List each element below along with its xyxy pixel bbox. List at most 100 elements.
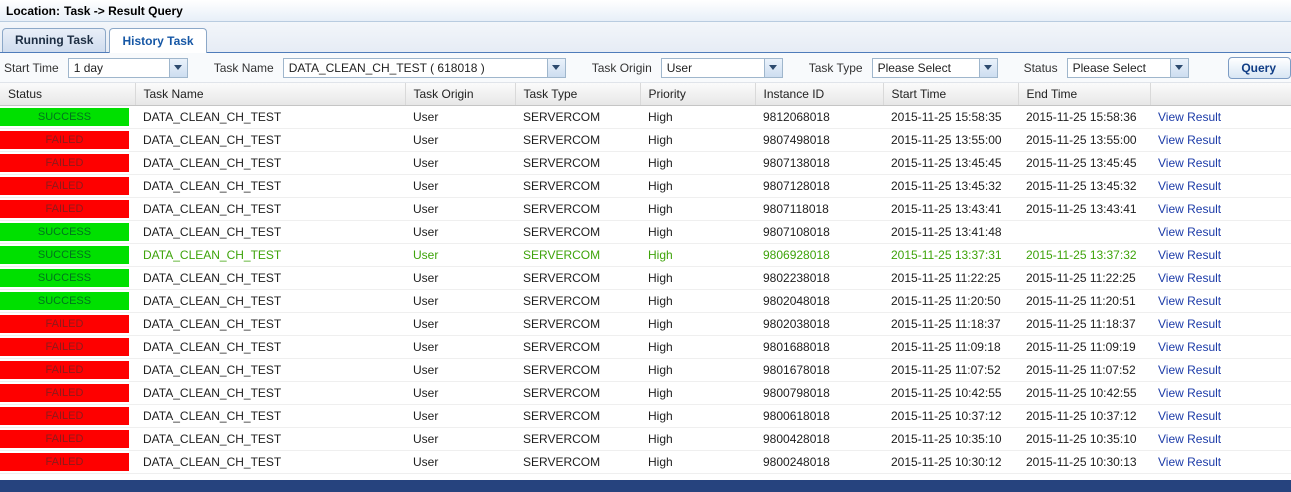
task-origin-dropdown[interactable]: User bbox=[660, 57, 783, 78]
task-name-dropdown[interactable]: DATA_CLEAN_CH_TEST ( 618018 ) bbox=[282, 57, 566, 78]
chevron-down-icon[interactable] bbox=[168, 58, 187, 77]
cell-instance-id: 9807138018 bbox=[755, 151, 883, 175]
cell-status: FAILED bbox=[0, 381, 135, 405]
task-name-value[interactable]: DATA_CLEAN_CH_TEST ( 618018 ) bbox=[284, 59, 547, 77]
status-badge: FAILED bbox=[0, 176, 129, 195]
cell-priority: High bbox=[640, 404, 755, 428]
cell-task-name: DATA_CLEAN_CH_TEST bbox=[135, 450, 405, 474]
status-value[interactable]: Please Select bbox=[1068, 59, 1170, 77]
cell-status: FAILED bbox=[0, 404, 135, 428]
view-result-link[interactable]: View Result bbox=[1158, 202, 1221, 216]
cell-priority: High bbox=[640, 220, 755, 244]
view-result-link[interactable]: View Result bbox=[1158, 225, 1221, 239]
chevron-down-icon[interactable] bbox=[978, 58, 997, 77]
view-result-link[interactable]: View Result bbox=[1158, 294, 1221, 308]
start-time-value[interactable]: 1 day bbox=[69, 59, 169, 77]
column-header-end-time[interactable]: End Time bbox=[1018, 83, 1151, 106]
view-result-link[interactable]: View Result bbox=[1158, 386, 1221, 400]
cell-end-time: 2015-11-25 11:07:52 bbox=[1018, 358, 1150, 382]
cell-priority: High bbox=[640, 358, 755, 382]
view-result-link[interactable]: View Result bbox=[1158, 363, 1221, 377]
start-time-dropdown[interactable]: 1 day bbox=[67, 57, 188, 78]
table-row[interactable]: FAILED DATA_CLEAN_CH_TEST User SERVERCOM Hig… bbox=[0, 312, 1291, 336]
cell-task-origin: User bbox=[405, 404, 515, 428]
table-row[interactable]: FAILED DATA_CLEAN_CH_TEST User SERVERCOM Hig… bbox=[0, 128, 1291, 152]
view-result-link[interactable]: View Result bbox=[1158, 409, 1221, 423]
cell-end-time: 2015-11-25 10:35:10 bbox=[1018, 427, 1150, 451]
view-result-link[interactable]: View Result bbox=[1158, 455, 1221, 469]
view-result-link[interactable]: View Result bbox=[1158, 179, 1221, 193]
cell-status: SUCCESS bbox=[0, 105, 135, 129]
breadcrumb: Task -> Result Query bbox=[64, 3, 183, 18]
table-row[interactable]: FAILED DATA_CLEAN_CH_TEST User SERVERCOM Hig… bbox=[0, 427, 1291, 451]
task-origin-value[interactable]: User bbox=[662, 59, 764, 77]
view-result-link[interactable]: View Result bbox=[1158, 317, 1221, 331]
table-row[interactable]: FAILED DATA_CLEAN_CH_TEST User SERVERCOM Hig… bbox=[0, 404, 1291, 428]
column-header-priority[interactable]: Priority bbox=[640, 83, 756, 106]
table-row[interactable]: FAILED DATA_CLEAN_CH_TEST User SERVERCOM Hig… bbox=[0, 450, 1291, 474]
cell-task-type: SERVERCOM bbox=[515, 197, 640, 221]
table-row[interactable]: SUCCESS DATA_CLEAN_CH_TEST User SERVERCOM Hi… bbox=[0, 105, 1291, 129]
location-label: Location: bbox=[6, 3, 60, 18]
table-row[interactable]: FAILED DATA_CLEAN_CH_TEST User SERVERCOM Hig… bbox=[0, 358, 1291, 382]
cell-task-type: SERVERCOM bbox=[515, 358, 640, 382]
table-row[interactable]: SUCCESS DATA_CLEAN_CH_TEST User SERVERCOM Hi… bbox=[0, 243, 1291, 267]
task-type-dropdown[interactable]: Please Select bbox=[871, 57, 998, 78]
cell-status: FAILED bbox=[0, 151, 135, 175]
task-type-value[interactable]: Please Select bbox=[873, 59, 979, 77]
table-row[interactable]: SUCCESS DATA_CLEAN_CH_TEST User SERVERCOM Hi… bbox=[0, 220, 1291, 244]
status-badge: SUCCESS bbox=[0, 268, 129, 287]
table-row[interactable]: SUCCESS DATA_CLEAN_CH_TEST User SERVERCOM Hi… bbox=[0, 289, 1291, 313]
cell-view-result: View Result bbox=[1150, 381, 1291, 405]
status-badge: FAILED bbox=[0, 383, 129, 402]
cell-task-name: DATA_CLEAN_CH_TEST bbox=[135, 312, 405, 336]
table-row[interactable]: FAILED DATA_CLEAN_CH_TEST User SERVERCOM Hig… bbox=[0, 197, 1291, 221]
cell-start-time: 2015-11-25 11:22:25 bbox=[883, 266, 1018, 290]
view-result-link[interactable]: View Result bbox=[1158, 432, 1221, 446]
cell-view-result: View Result bbox=[1150, 128, 1291, 152]
status-badge: SUCCESS bbox=[0, 291, 129, 310]
cell-view-result: View Result bbox=[1150, 105, 1291, 129]
chevron-down-icon[interactable] bbox=[546, 58, 565, 77]
cell-start-time: 2015-11-25 10:35:10 bbox=[883, 427, 1018, 451]
table-row[interactable]: FAILED DATA_CLEAN_CH_TEST User SERVERCOM Hig… bbox=[0, 151, 1291, 175]
cell-start-time: 2015-11-25 11:09:18 bbox=[883, 335, 1018, 359]
tab-running-task[interactable]: Running Task bbox=[2, 28, 107, 52]
view-result-link[interactable]: View Result bbox=[1158, 110, 1221, 124]
column-header-start-time[interactable]: Start Time bbox=[883, 83, 1019, 106]
filter-task-type: Task Type Please Select bbox=[809, 57, 998, 78]
table-row[interactable]: SUCCESS DATA_CLEAN_CH_TEST User SERVERCOM Hi… bbox=[0, 266, 1291, 290]
column-header-task-origin[interactable]: Task Origin bbox=[405, 83, 516, 106]
column-header-actions[interactable] bbox=[1150, 83, 1291, 106]
cell-task-type: SERVERCOM bbox=[515, 312, 640, 336]
view-result-link[interactable]: View Result bbox=[1158, 133, 1221, 147]
status-badge: SUCCESS bbox=[0, 107, 129, 126]
cell-end-time: 2015-11-25 11:20:51 bbox=[1018, 289, 1150, 313]
column-header-task-type[interactable]: Task Type bbox=[515, 83, 641, 106]
column-header-status[interactable]: Status bbox=[0, 83, 136, 106]
cell-task-type: SERVERCOM bbox=[515, 151, 640, 175]
column-header-instance-id[interactable]: Instance ID bbox=[755, 83, 884, 106]
view-result-link[interactable]: View Result bbox=[1158, 248, 1221, 262]
table-row[interactable]: FAILED DATA_CLEAN_CH_TEST User SERVERCOM Hig… bbox=[0, 335, 1291, 359]
cell-priority: High bbox=[640, 197, 755, 221]
view-result-link[interactable]: View Result bbox=[1158, 156, 1221, 170]
status-badge: FAILED bbox=[0, 199, 129, 218]
table-row[interactable]: FAILED DATA_CLEAN_CH_TEST User SERVERCOM Hig… bbox=[0, 381, 1291, 405]
chevron-down-icon[interactable] bbox=[1169, 58, 1188, 77]
cell-start-time: 2015-11-25 15:58:35 bbox=[883, 105, 1018, 129]
cell-end-time: 2015-11-25 10:30:13 bbox=[1018, 450, 1150, 474]
table-row[interactable]: FAILED DATA_CLEAN_CH_TEST User SERVERCOM Hig… bbox=[0, 174, 1291, 198]
cell-start-time: 2015-11-25 11:18:37 bbox=[883, 312, 1018, 336]
cell-task-name: DATA_CLEAN_CH_TEST bbox=[135, 404, 405, 428]
cell-instance-id: 9801688018 bbox=[755, 335, 883, 359]
status-dropdown[interactable]: Please Select bbox=[1066, 57, 1189, 78]
column-header-task-name[interactable]: Task Name bbox=[135, 83, 406, 106]
chevron-down-icon[interactable] bbox=[763, 58, 782, 77]
tab-history-task[interactable]: History Task bbox=[109, 28, 207, 53]
cell-task-type: SERVERCOM bbox=[515, 220, 640, 244]
view-result-link[interactable]: View Result bbox=[1158, 340, 1221, 354]
query-button[interactable]: Query bbox=[1228, 56, 1291, 79]
cell-end-time: 2015-11-25 13:37:32 bbox=[1018, 243, 1150, 267]
view-result-link[interactable]: View Result bbox=[1158, 271, 1221, 285]
